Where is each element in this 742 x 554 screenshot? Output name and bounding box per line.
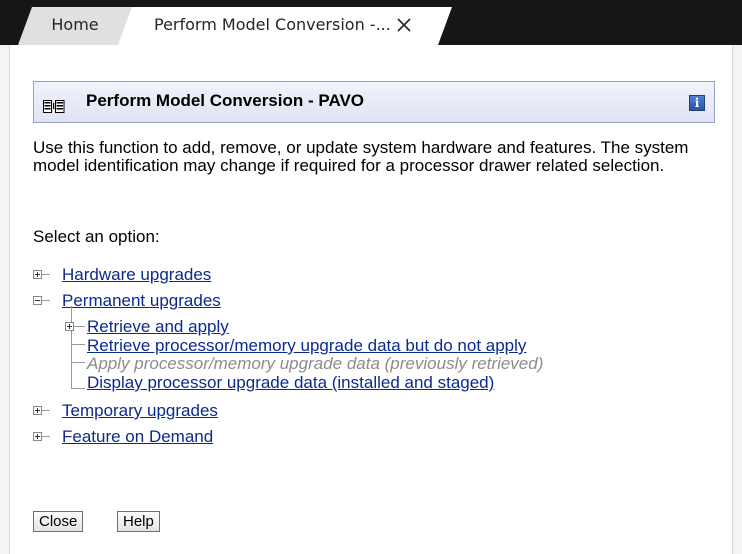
tree-connector bbox=[71, 388, 85, 389]
tab-home-label: Home bbox=[51, 15, 99, 34]
close-button[interactable]: Close bbox=[33, 511, 84, 532]
tree-connector bbox=[42, 274, 50, 275]
close-icon[interactable] bbox=[396, 17, 412, 33]
tree-connector bbox=[71, 306, 72, 388]
tree-item-temporary-upgrades[interactable]: Temporary upgrades bbox=[62, 402, 218, 420]
tab-perform-model-conversion[interactable]: Perform Model Conversion -... bbox=[118, 7, 452, 45]
tree-item-hardware-upgrades[interactable]: Hardware upgrades bbox=[62, 266, 211, 284]
content-panel: Perform Model Conversion - PAVO i Use th… bbox=[9, 45, 733, 554]
expand-plus-icon[interactable] bbox=[33, 406, 42, 415]
tab-active-label: Perform Model Conversion -... bbox=[154, 15, 391, 34]
tree-connector bbox=[71, 344, 85, 345]
expand-plus-icon[interactable] bbox=[33, 432, 42, 441]
tree-item-feature-on-demand[interactable]: Feature on Demand bbox=[62, 428, 213, 446]
info-icon[interactable]: i bbox=[689, 95, 705, 111]
tab-home[interactable]: Home bbox=[18, 7, 138, 45]
tree-item-permanent-upgrades[interactable]: Permanent upgrades bbox=[62, 292, 221, 310]
tree-item-retrieve-and-apply[interactable]: Retrieve and apply bbox=[87, 318, 229, 336]
hardware-frame-icon bbox=[43, 99, 65, 113]
expand-plus-icon[interactable] bbox=[33, 270, 42, 279]
tree-item-display-upgrade-data[interactable]: Display processor upgrade data (installe… bbox=[87, 374, 494, 392]
help-button[interactable]: Help bbox=[117, 511, 160, 532]
tree-connector bbox=[42, 410, 50, 411]
tree-connector bbox=[42, 300, 50, 301]
select-option-label: Select an option: bbox=[33, 227, 160, 246]
tab-bar: Home Perform Model Conversion -... bbox=[0, 0, 742, 45]
tree-connector bbox=[71, 362, 85, 363]
description-text: Use this function to add, remove, or upd… bbox=[33, 138, 689, 175]
collapse-minus-icon[interactable] bbox=[33, 296, 42, 305]
page-title: Perform Model Conversion - PAVO bbox=[86, 91, 365, 110]
tree-item-retrieve-no-apply[interactable]: Retrieve processor/memory upgrade data b… bbox=[87, 337, 526, 355]
task-title-bar: Perform Model Conversion - PAVO i bbox=[33, 81, 715, 123]
expand-plus-icon[interactable] bbox=[65, 322, 74, 331]
tree-connector bbox=[42, 436, 50, 437]
tree-item-apply-previous: Apply processor/memory upgrade data (pre… bbox=[87, 354, 544, 373]
